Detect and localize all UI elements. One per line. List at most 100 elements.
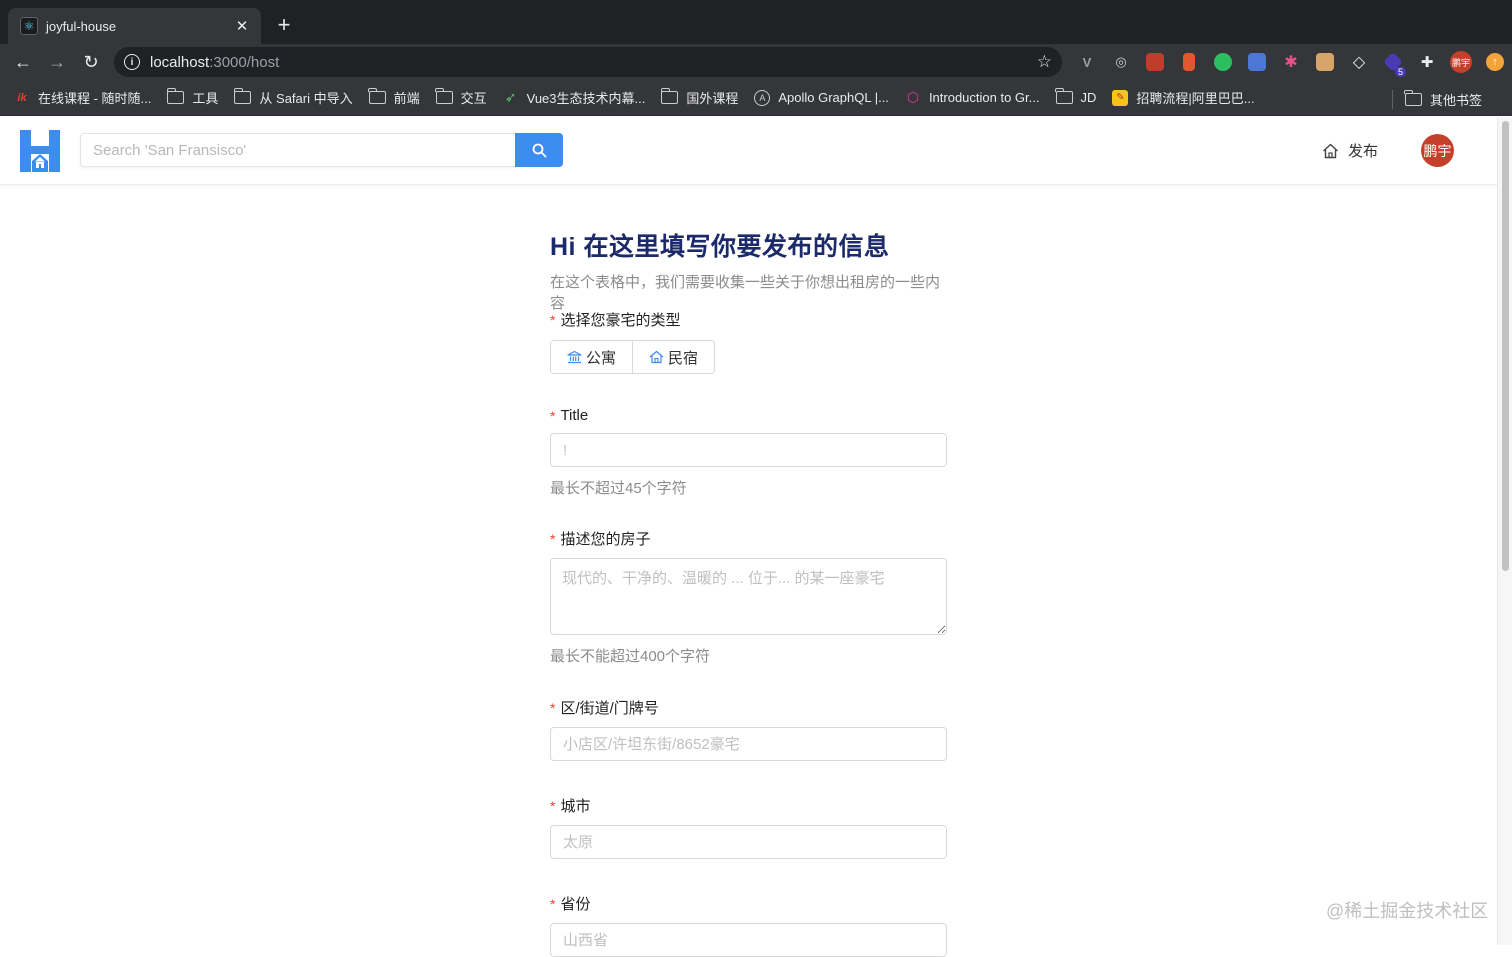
bookmark-label: JD (1080, 90, 1097, 105)
type-option-homestay[interactable]: 民宿 (632, 341, 715, 373)
home-icon (1323, 143, 1338, 158)
address-bar[interactable]: i localhost:3000/host ☆ (114, 47, 1062, 77)
description-field: *描述您的房子 最长不能超过400个字符 (550, 528, 947, 666)
label-text: 描述您的房子 (560, 531, 651, 548)
required-marker: * (550, 530, 556, 547)
required-marker: * (550, 407, 556, 424)
gem-extension-icon[interactable]: ◇ (1346, 49, 1372, 75)
home-icon (649, 350, 664, 364)
required-marker: * (550, 895, 556, 912)
city-field: * 城市 (550, 795, 947, 859)
user-avatar[interactable]: 鹏宇 (1421, 134, 1454, 167)
profile-avatar: 鹏宇 (1450, 51, 1472, 73)
folder-icon (435, 88, 453, 104)
city-input[interactable] (550, 825, 947, 859)
form-subtitle: 在这个表格中，我们需要收集一些关于你想出租房的一些内容 (550, 274, 941, 312)
label-text: Title (560, 407, 589, 424)
apollo-icon: A (754, 89, 771, 106)
bookmark-folder[interactable]: 国外课程 (660, 88, 739, 107)
tab-title: joyful-house (46, 18, 117, 34)
bookmark-folder[interactable]: JD (1055, 88, 1097, 105)
search-bar (80, 133, 563, 167)
required-marker: * (550, 797, 556, 814)
leaf-icon: ➶ (504, 89, 517, 105)
title-input[interactable] (550, 433, 947, 467)
search-button[interactable] (515, 133, 563, 167)
info-icon[interactable]: i (124, 54, 140, 70)
bookmark-folder[interactable]: 前端 (368, 88, 420, 107)
province-input[interactable] (550, 923, 947, 957)
profile-button[interactable]: 鹏宇 (1448, 49, 1474, 75)
reload-button[interactable]: ↻ (74, 48, 108, 76)
page-scrollbar[interactable] (1497, 117, 1512, 945)
back-button[interactable]: ← (6, 48, 40, 76)
bookmark-item[interactable]: ➶ Vue3生态技术内幕... (503, 88, 646, 107)
bookmark-item[interactable]: ✎ 招聘流程|阿里巴巴... (1112, 88, 1255, 107)
bookmark-folder[interactable]: 交互 (435, 88, 487, 107)
graphql-icon: ⬡ (906, 89, 920, 105)
new-tab-button[interactable]: + (272, 12, 296, 38)
description-hint: 最长不能超过400个字符 (550, 648, 711, 665)
puzzle-extensions-icon[interactable]: ✚ (1414, 49, 1440, 75)
bookmark-label: 国外课程 (686, 91, 739, 106)
close-tab-icon[interactable]: ✕ (233, 17, 251, 35)
url-text: localhost:3000/host (150, 54, 1037, 71)
option-label: 公寓 (586, 349, 617, 367)
bookmark-item[interactable]: A Apollo GraphQL |... (754, 89, 889, 106)
publish-link[interactable]: 发布 (1322, 140, 1378, 161)
bookmark-label: Apollo GraphQL |... (778, 90, 889, 105)
watermark: @稀土掘金技术社区 (1326, 901, 1489, 921)
forward-button[interactable]: → (40, 48, 74, 76)
update-icon[interactable]: ↑ (1482, 49, 1508, 75)
type-label: * 选择您豪宅的类型 (550, 309, 947, 330)
star-extension-icon[interactable]: ✱ (1278, 49, 1304, 75)
bookmark-star-icon[interactable]: ☆ (1037, 52, 1052, 72)
bookmark-item[interactable]: ik 在线课程 - 随时随... (14, 88, 151, 107)
folder-icon (1055, 88, 1073, 104)
site-header: 发布 鹏宇 (0, 117, 1497, 185)
other-bookmarks[interactable]: 其他书签 (1391, 90, 1482, 109)
bookmark-label: 前端 (393, 91, 420, 106)
bookmark-label: 工具 (192, 91, 219, 106)
cube-extension-icon[interactable]: 5 (1380, 49, 1406, 77)
window-extension-icon[interactable] (1244, 49, 1270, 75)
bookmark-label: 交互 (460, 91, 487, 106)
search-input[interactable] (80, 133, 515, 167)
vue-devtools-icon[interactable]: V (1074, 49, 1100, 75)
label-text: 城市 (560, 798, 591, 815)
search-icon (532, 143, 546, 157)
folder-icon (233, 88, 252, 104)
folder-icon (660, 88, 679, 104)
bookmark-label: 招聘流程|阿里巴巴... (1136, 91, 1255, 106)
type-option-apartment[interactable]: 公寓 (551, 341, 633, 373)
bookmark-folder[interactable]: 工具 (166, 88, 219, 107)
folder-icon (166, 88, 185, 104)
site-logo[interactable] (20, 130, 60, 172)
publish-label: 发布 (1348, 143, 1379, 160)
online-course-icon: ik (17, 91, 27, 104)
bookmark-label: Vue3生态技术内幕... (526, 91, 646, 106)
fox-extension-icon[interactable] (1176, 49, 1202, 75)
address-label: * 区/街道/门牌号 (550, 697, 947, 718)
browser-tab-strip: ⚛ joyful-house ✕ + (0, 0, 1512, 44)
description-textarea[interactable] (550, 558, 947, 635)
label-text: 选择您豪宅的类型 (560, 312, 681, 329)
address-input[interactable] (550, 727, 947, 761)
scrollbar-thumb[interactable] (1502, 121, 1509, 571)
target-extension-icon[interactable]: ◎ (1108, 49, 1134, 75)
title-field: *Title 最长不超过45个字符 (550, 407, 947, 498)
browser-tab[interactable]: ⚛ joyful-house ✕ (8, 8, 261, 44)
required-marker: * (550, 699, 556, 716)
bookmark-label: 在线课程 - 随时随... (38, 91, 152, 106)
type-field: * 选择您豪宅的类型 公寓 民宿 (550, 309, 947, 374)
box-extension-icon[interactable] (1312, 49, 1338, 75)
bookmark-item[interactable]: ⬡ Introduction to Gr... (905, 89, 1040, 106)
bug-extension-icon[interactable] (1142, 49, 1168, 75)
bookmark-folder[interactable]: 从 Safari 中导入 (233, 88, 353, 107)
option-label: 民宿 (668, 349, 699, 367)
evernote-icon[interactable] (1210, 49, 1236, 75)
folder-icon (368, 88, 386, 104)
address-field: * 区/街道/门牌号 (550, 697, 947, 761)
label-text: 省份 (560, 896, 591, 913)
react-icon: ⚛ (20, 17, 38, 35)
